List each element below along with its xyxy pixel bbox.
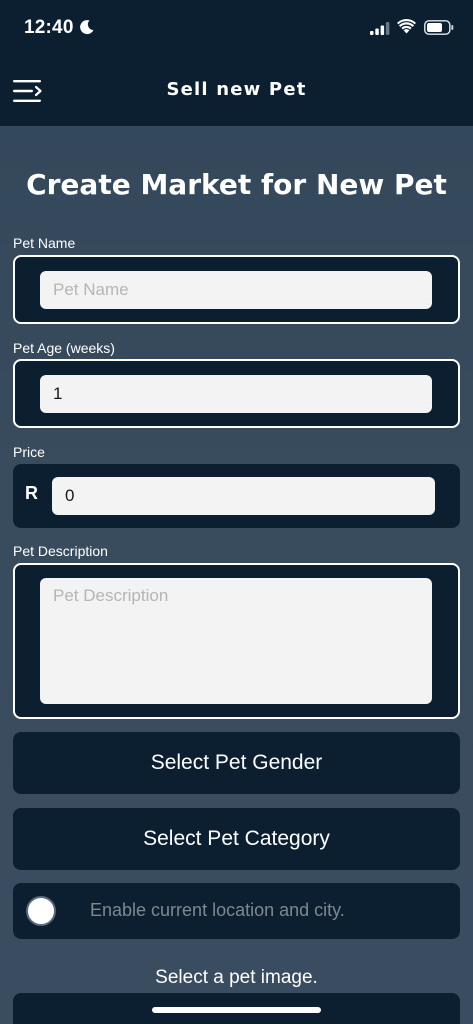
- currency-symbol: R: [25, 483, 38, 503]
- price-input[interactable]: [52, 477, 435, 515]
- pet-age-container: [13, 359, 460, 428]
- signal-icon: [370, 22, 390, 35]
- location-toggle[interactable]: [26, 896, 56, 926]
- pet-description-container: [13, 563, 460, 719]
- pet-description-label: Pet Description: [13, 543, 108, 559]
- pet-age-input[interactable]: [40, 375, 432, 413]
- select-category-button[interactable]: Select Pet Category: [13, 808, 460, 870]
- status-time: 12:40: [24, 17, 74, 38]
- location-toggle-row[interactable]: Enable current location and city.: [13, 883, 460, 939]
- pet-name-input[interactable]: [40, 271, 432, 309]
- moon-icon: [80, 20, 94, 35]
- pet-name-label: Pet Name: [13, 235, 76, 251]
- battery-icon: [424, 20, 454, 35]
- pet-age-label: Pet Age (weeks): [13, 340, 115, 356]
- home-indicator: [152, 1007, 321, 1013]
- location-toggle-label: Enable current location and city.: [90, 900, 345, 920]
- price-label: Price: [13, 444, 45, 460]
- page-title: Create Market for New Pet: [26, 168, 447, 201]
- header-title: Sell new Pet: [166, 79, 307, 100]
- wifi-icon: [397, 19, 416, 34]
- pet-description-input[interactable]: [40, 578, 432, 704]
- app-header: Sell new Pet: [0, 56, 473, 126]
- image-prompt: Select a pet image.: [155, 967, 318, 988]
- select-gender-button[interactable]: Select Pet Gender: [13, 732, 460, 794]
- pet-name-container: [13, 255, 460, 324]
- status-bar: 12:40: [0, 0, 473, 56]
